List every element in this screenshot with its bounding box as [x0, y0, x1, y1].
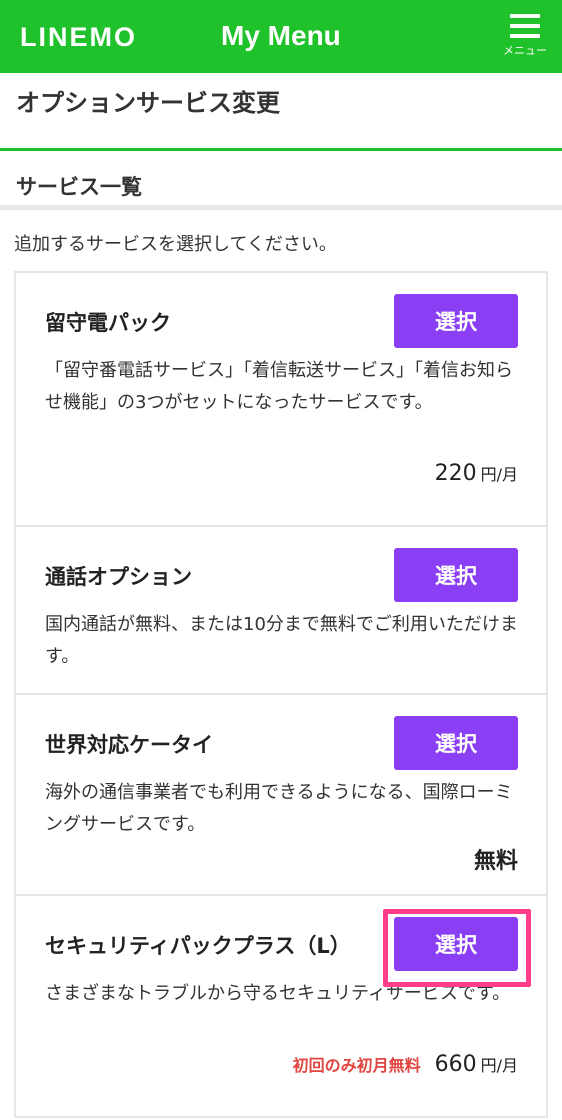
price-unit: 円/月 [480, 465, 518, 484]
service-name: セキュリティパックプラス（L） [45, 934, 351, 958]
service-list: 留守電パック 選択 「留守番電話サービス」「着信転送サービス」「着信お知らせ機能… [14, 271, 548, 1118]
select-button-world-phone[interactable]: 選択 [394, 716, 518, 770]
service-name: 世界対応ケータイ [45, 733, 213, 757]
price-row: 220 円/月 [435, 461, 518, 486]
price-value: 660 [434, 1052, 477, 1077]
price-value: 220 [434, 461, 477, 486]
service-name: 留守電パック [45, 311, 171, 335]
section-title: サービス一覧 [0, 151, 562, 210]
header-title: My Menu [221, 20, 341, 51]
intro-text: 追加するサービスを選択してください。 [14, 234, 337, 255]
menu-label: メニュー [503, 44, 547, 57]
linemo-logo[interactable]: LINEMO [20, 22, 137, 53]
hamburger-icon [510, 14, 540, 44]
service-card-call-option: 通話オプション 選択 国内通話が無料、または10分まで無料でご利用いただけます。 [16, 527, 546, 695]
service-card-voicemail: 留守電パック 選択 「留守番電話サービス」「着信転送サービス」「着信お知らせ機能… [16, 273, 546, 527]
service-description: 海外の通信事業者でも利用できるようになる、国際ローミングサービスです。 [45, 782, 513, 835]
highlight-box [383, 909, 531, 987]
service-card-world-phone: 世界対応ケータイ 選択 海外の通信事業者でも利用できるようになる、国際ローミング… [16, 695, 546, 896]
price-row: 初回のみ初月無料 660 円/月 [293, 1052, 518, 1077]
select-button-voicemail[interactable]: 選択 [394, 294, 518, 348]
price-unit: 円/月 [480, 1056, 518, 1075]
app-header: LINEMO My Menu メニュー [0, 0, 562, 73]
service-description: 国内通話が無料、または10分まで無料でご利用いただけます。 [45, 614, 518, 667]
page-title: オプションサービス変更 [0, 73, 562, 151]
menu-button[interactable]: メニュー [498, 10, 552, 66]
price-row: 無料 [474, 843, 518, 875]
promo-badge: 初回のみ初月無料 [292, 1056, 421, 1075]
price-free-label: 無料 [473, 849, 518, 874]
service-description: 「留守番電話サービス」「着信転送サービス」「着信お知らせ機能」の3つがセットにな… [45, 360, 513, 413]
select-button-call-option[interactable]: 選択 [394, 548, 518, 602]
service-name: 通話オプション [45, 565, 192, 589]
